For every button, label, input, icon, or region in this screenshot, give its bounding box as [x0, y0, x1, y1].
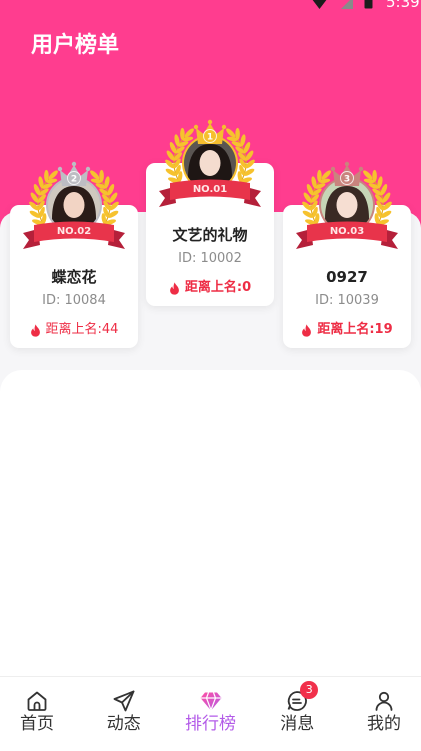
tab-moments[interactable]: 动态: [95, 677, 153, 751]
distance-to-previous: 距离上名:44: [10, 322, 138, 338]
distance-text: 距离上名:44: [45, 322, 119, 337]
distance-to-previous: 距离上名:0: [146, 280, 274, 296]
crown-rank-number: 2: [71, 174, 77, 184]
podium-card-third[interactable]: 3 NO.03 0927 ID: 10039 距离上名:19: [283, 161, 411, 348]
user-id: ID: 10002: [178, 251, 242, 266]
signal-icon: [340, 0, 354, 11]
tab-label: 我的: [367, 714, 401, 734]
tab-ranking[interactable]: 排行榜: [182, 677, 240, 751]
unread-badge: 3: [300, 681, 319, 699]
distance-to-previous: 距离上名:19: [283, 322, 411, 338]
page-title: 用户榜单: [31, 33, 120, 58]
crown-rank-number: 1: [207, 132, 213, 142]
user-id: ID: 10084: [42, 293, 106, 308]
fire-icon: [169, 281, 180, 295]
tab-label: 动态: [106, 714, 141, 734]
diamond-icon: [199, 689, 223, 713]
home-icon: [25, 689, 49, 713]
bottom-navigation: 首页 动态 排行榜 3 消息 我的: [0, 676, 421, 751]
wifi-icon: [311, 0, 328, 11]
tab-messages[interactable]: 3 消息: [268, 677, 326, 751]
paper-plane-icon: [112, 689, 136, 713]
person-icon: [372, 689, 396, 713]
user-name: 文艺的礼物: [172, 226, 248, 244]
rank-medal: 3 NO.03: [296, 161, 398, 249]
avatar-face: [63, 192, 85, 218]
tab-label: 首页: [20, 714, 54, 734]
status-time: 5:39: [386, 0, 420, 11]
avatar-face: [336, 192, 358, 218]
crown-rank-number: 3: [344, 174, 350, 184]
tab-profile[interactable]: 我的: [355, 677, 413, 751]
ranking-list-panel: [0, 370, 421, 676]
user-name: 蝶恋花: [51, 268, 97, 286]
tab-label: 排行榜: [185, 714, 236, 734]
distance-text: 距离上名:0: [184, 280, 252, 295]
rank-medal: 2 NO.02: [23, 161, 125, 249]
podium-card-second[interactable]: 2 NO.02 蝶恋花 ID: 10084 距离上名:44: [10, 161, 138, 348]
message-icon: 3: [285, 681, 319, 713]
rank-medal: 1 NO.01: [159, 119, 261, 207]
tab-home[interactable]: 首页: [8, 677, 66, 751]
tab-label: 消息: [280, 714, 315, 734]
avatar-face: [199, 150, 221, 176]
battery-icon: [364, 0, 373, 11]
user-id: ID: 10039: [315, 293, 379, 308]
rank-ribbon-label: NO.01: [193, 184, 227, 195]
distance-text: 距离上名:19: [317, 322, 393, 337]
rank-ribbon-label: NO.02: [57, 226, 91, 237]
user-name: 0927: [326, 268, 368, 286]
podium-card-first[interactable]: 1 NO.01 文艺的礼物 ID: 10002 距离上名:0: [146, 119, 274, 306]
rank-ribbon-label: NO.03: [330, 226, 364, 237]
status-bar: 5:39: [301, 0, 421, 11]
fire-icon: [301, 323, 312, 337]
fire-icon: [30, 323, 41, 337]
